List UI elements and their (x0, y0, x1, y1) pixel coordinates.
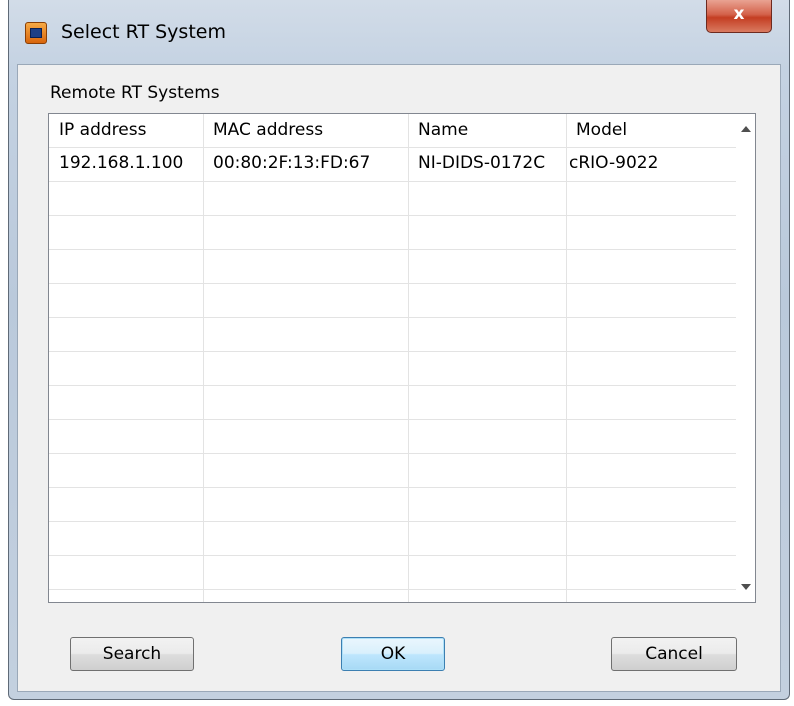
row-divider (49, 317, 736, 318)
remote-systems-label: Remote RT Systems (50, 83, 220, 103)
row-divider (49, 283, 736, 284)
row-divider (49, 487, 736, 488)
row-divider (49, 589, 736, 590)
column-header-model[interactable]: Model (566, 114, 736, 147)
row-divider (49, 555, 736, 556)
ok-button[interactable]: OK (341, 637, 445, 671)
row-divider (49, 351, 736, 352)
table-cell-ip[interactable]: 192.168.1.100 (49, 147, 203, 180)
table-cell-mac[interactable]: 00:80:2F:13:FD:67 (203, 147, 408, 180)
row-divider (49, 385, 736, 386)
table-cell-name[interactable]: NI-DIDS-0172C (408, 147, 566, 180)
column-divider (566, 114, 567, 602)
close-icon: x (733, 4, 745, 24)
row-divider (49, 521, 736, 522)
vertical-scrollbar[interactable] (736, 114, 755, 602)
title-bar[interactable]: Select RT System x (9, 0, 789, 64)
column-header-name[interactable]: Name (408, 114, 566, 147)
rt-systems-list[interactable]: IP address MAC address Name Model 192.16… (48, 113, 756, 603)
select-rt-system-dialog: Select RT System x Remote RT Systems IP … (8, 0, 790, 700)
cancel-button[interactable]: Cancel (611, 637, 737, 671)
table-cell-model[interactable]: cRIO-9022 (566, 147, 736, 180)
column-header-ip[interactable]: IP address (49, 114, 203, 147)
close-button[interactable]: x (706, 0, 772, 33)
row-divider (49, 453, 736, 454)
row-divider (49, 147, 736, 148)
row-divider (49, 181, 736, 182)
row-divider (49, 215, 736, 216)
arrow-down-icon[interactable] (741, 584, 751, 590)
app-icon (25, 22, 47, 44)
window-title: Select RT System (61, 21, 226, 43)
dialog-content: Remote RT Systems IP address MAC address… (17, 64, 781, 692)
column-divider (408, 114, 409, 602)
arrow-up-icon[interactable] (741, 126, 751, 132)
column-header-mac[interactable]: MAC address (203, 114, 408, 147)
row-divider (49, 249, 736, 250)
column-divider (203, 114, 204, 602)
row-divider (49, 419, 736, 420)
search-button[interactable]: Search (70, 637, 194, 671)
list-grid: IP address MAC address Name Model 192.16… (49, 114, 736, 602)
